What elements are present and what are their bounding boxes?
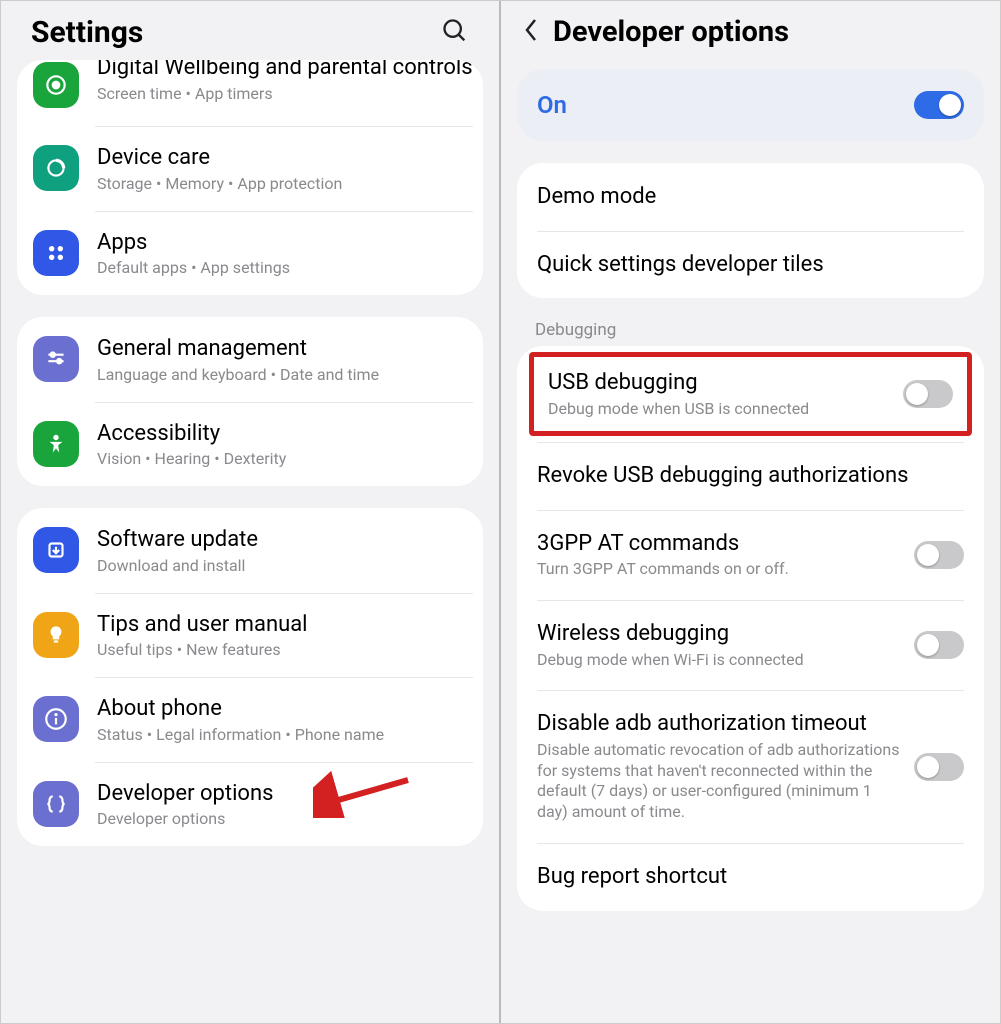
item-title: Demo mode	[537, 183, 656, 211]
item-title: Developer options	[97, 780, 475, 808]
braces-icon	[33, 781, 79, 827]
item-subtitle: Useful tips • New features	[97, 640, 475, 659]
settings-group: Software update Download and install Tip…	[17, 508, 483, 846]
item-title: 3GPP AT commands	[537, 530, 902, 558]
update-icon	[33, 527, 79, 573]
item-subtitle: Vision • Hearing • Dexterity	[97, 449, 475, 468]
item-title: Revoke USB debugging authorizations	[537, 462, 909, 490]
item-subtitle: Developer options	[97, 809, 475, 828]
item-subtitle: Disable automatic revocation of adb auth…	[537, 740, 902, 823]
page-title: Developer options	[553, 15, 789, 49]
item-title: Apps	[97, 229, 475, 257]
item-title: Quick settings developer tiles	[537, 251, 824, 279]
wireless-debugging-toggle[interactable]	[914, 631, 964, 659]
item-subtitle: Language and keyboard • Date and time	[97, 365, 475, 384]
dev-item-3gpp[interactable]: 3GPP AT commands Turn 3GPP AT commands o…	[517, 510, 984, 600]
dev-item-wireless-debugging[interactable]: Wireless debugging Debug mode when Wi-Fi…	[517, 600, 984, 690]
item-title: USB debugging	[548, 369, 891, 397]
search-icon[interactable]	[441, 17, 469, 49]
item-title: Software update	[97, 526, 475, 554]
item-subtitle: Download and install	[97, 556, 475, 575]
item-title: Accessibility	[97, 420, 475, 448]
sliders-icon	[33, 336, 79, 382]
dev-item-revoke-auth[interactable]: Revoke USB debugging authorizations	[517, 442, 984, 510]
developer-options-pane: Developer options On Demo mode Quick set…	[501, 1, 1000, 1023]
item-subtitle: Default apps • App settings	[97, 258, 475, 277]
settings-item-tips[interactable]: Tips and user manual Useful tips • New f…	[17, 593, 483, 678]
accessibility-icon	[33, 421, 79, 467]
master-label: On	[537, 91, 567, 119]
usb-debugging-toggle[interactable]	[903, 380, 953, 408]
apps-icon	[33, 230, 79, 276]
settings-item-apps[interactable]: Apps Default apps • App settings	[17, 211, 483, 296]
settings-item-developer-options[interactable]: Developer options Developer options	[17, 762, 483, 847]
dev-group-debugging: USB debugging Debug mode when USB is con…	[517, 346, 984, 911]
info-icon	[33, 696, 79, 742]
item-subtitle: Turn 3GPP AT commands on or off.	[537, 559, 902, 580]
adb-timeout-toggle[interactable]	[914, 753, 964, 781]
settings-item-wellbeing[interactable]: Digital Wellbeing and parental controls …	[17, 60, 483, 126]
dev-item-bug-report[interactable]: Bug report shortcut	[517, 843, 984, 911]
highlight-box: USB debugging Debug mode when USB is con…	[529, 352, 972, 436]
settings-group: Digital Wellbeing and parental controls …	[17, 60, 483, 295]
item-subtitle: Debug mode when USB is connected	[548, 399, 891, 420]
item-title: Bug report shortcut	[537, 863, 727, 891]
settings-item-general[interactable]: General management Language and keyboard…	[17, 317, 483, 402]
page-title: Settings	[31, 15, 143, 50]
dev-item-adb-timeout[interactable]: Disable adb authorization timeout Disabl…	[517, 690, 984, 843]
settings-item-accessibility[interactable]: Accessibility Vision • Hearing • Dexteri…	[17, 402, 483, 487]
item-title: General management	[97, 335, 475, 363]
dev-item-demo-mode[interactable]: Demo mode	[517, 163, 984, 231]
settings-header: Settings	[1, 1, 499, 60]
item-subtitle: Debug mode when Wi-Fi is connected	[537, 650, 902, 671]
master-toggle[interactable]	[914, 91, 964, 119]
settings-pane: Settings Digital Wellbeing and parental …	[1, 1, 501, 1023]
item-title: Disable adb authorization timeout	[537, 710, 902, 738]
dev-item-quick-tiles[interactable]: Quick settings developer tiles	[517, 231, 984, 299]
heart-icon	[33, 62, 79, 108]
section-label-debugging: Debugging	[501, 298, 1000, 346]
dev-group: Demo mode Quick settings developer tiles	[517, 163, 984, 298]
settings-item-software-update[interactable]: Software update Download and install	[17, 508, 483, 593]
item-title: Wireless debugging	[537, 620, 902, 648]
settings-item-about-phone[interactable]: About phone Status • Legal information •…	[17, 677, 483, 762]
3gpp-toggle[interactable]	[914, 541, 964, 569]
item-title: Digital Wellbeing and parental controls	[97, 60, 475, 82]
dev-master-toggle-row[interactable]: On	[517, 69, 984, 141]
item-title: About phone	[97, 695, 475, 723]
back-icon[interactable]	[523, 16, 539, 48]
item-subtitle: Storage • Memory • App protection	[97, 174, 475, 193]
item-subtitle: Status • Legal information • Phone name	[97, 725, 475, 744]
dev-header: Developer options	[501, 1, 1000, 59]
settings-item-device-care[interactable]: Device care Storage • Memory • App prote…	[17, 126, 483, 211]
item-title: Device care	[97, 144, 475, 172]
item-subtitle: Screen time • App timers	[97, 84, 475, 103]
bulb-icon	[33, 612, 79, 658]
dev-item-usb-debugging[interactable]: USB debugging Debug mode when USB is con…	[517, 346, 984, 442]
item-title: Tips and user manual	[97, 611, 475, 639]
device-care-icon	[33, 145, 79, 191]
settings-group: General management Language and keyboard…	[17, 317, 483, 486]
